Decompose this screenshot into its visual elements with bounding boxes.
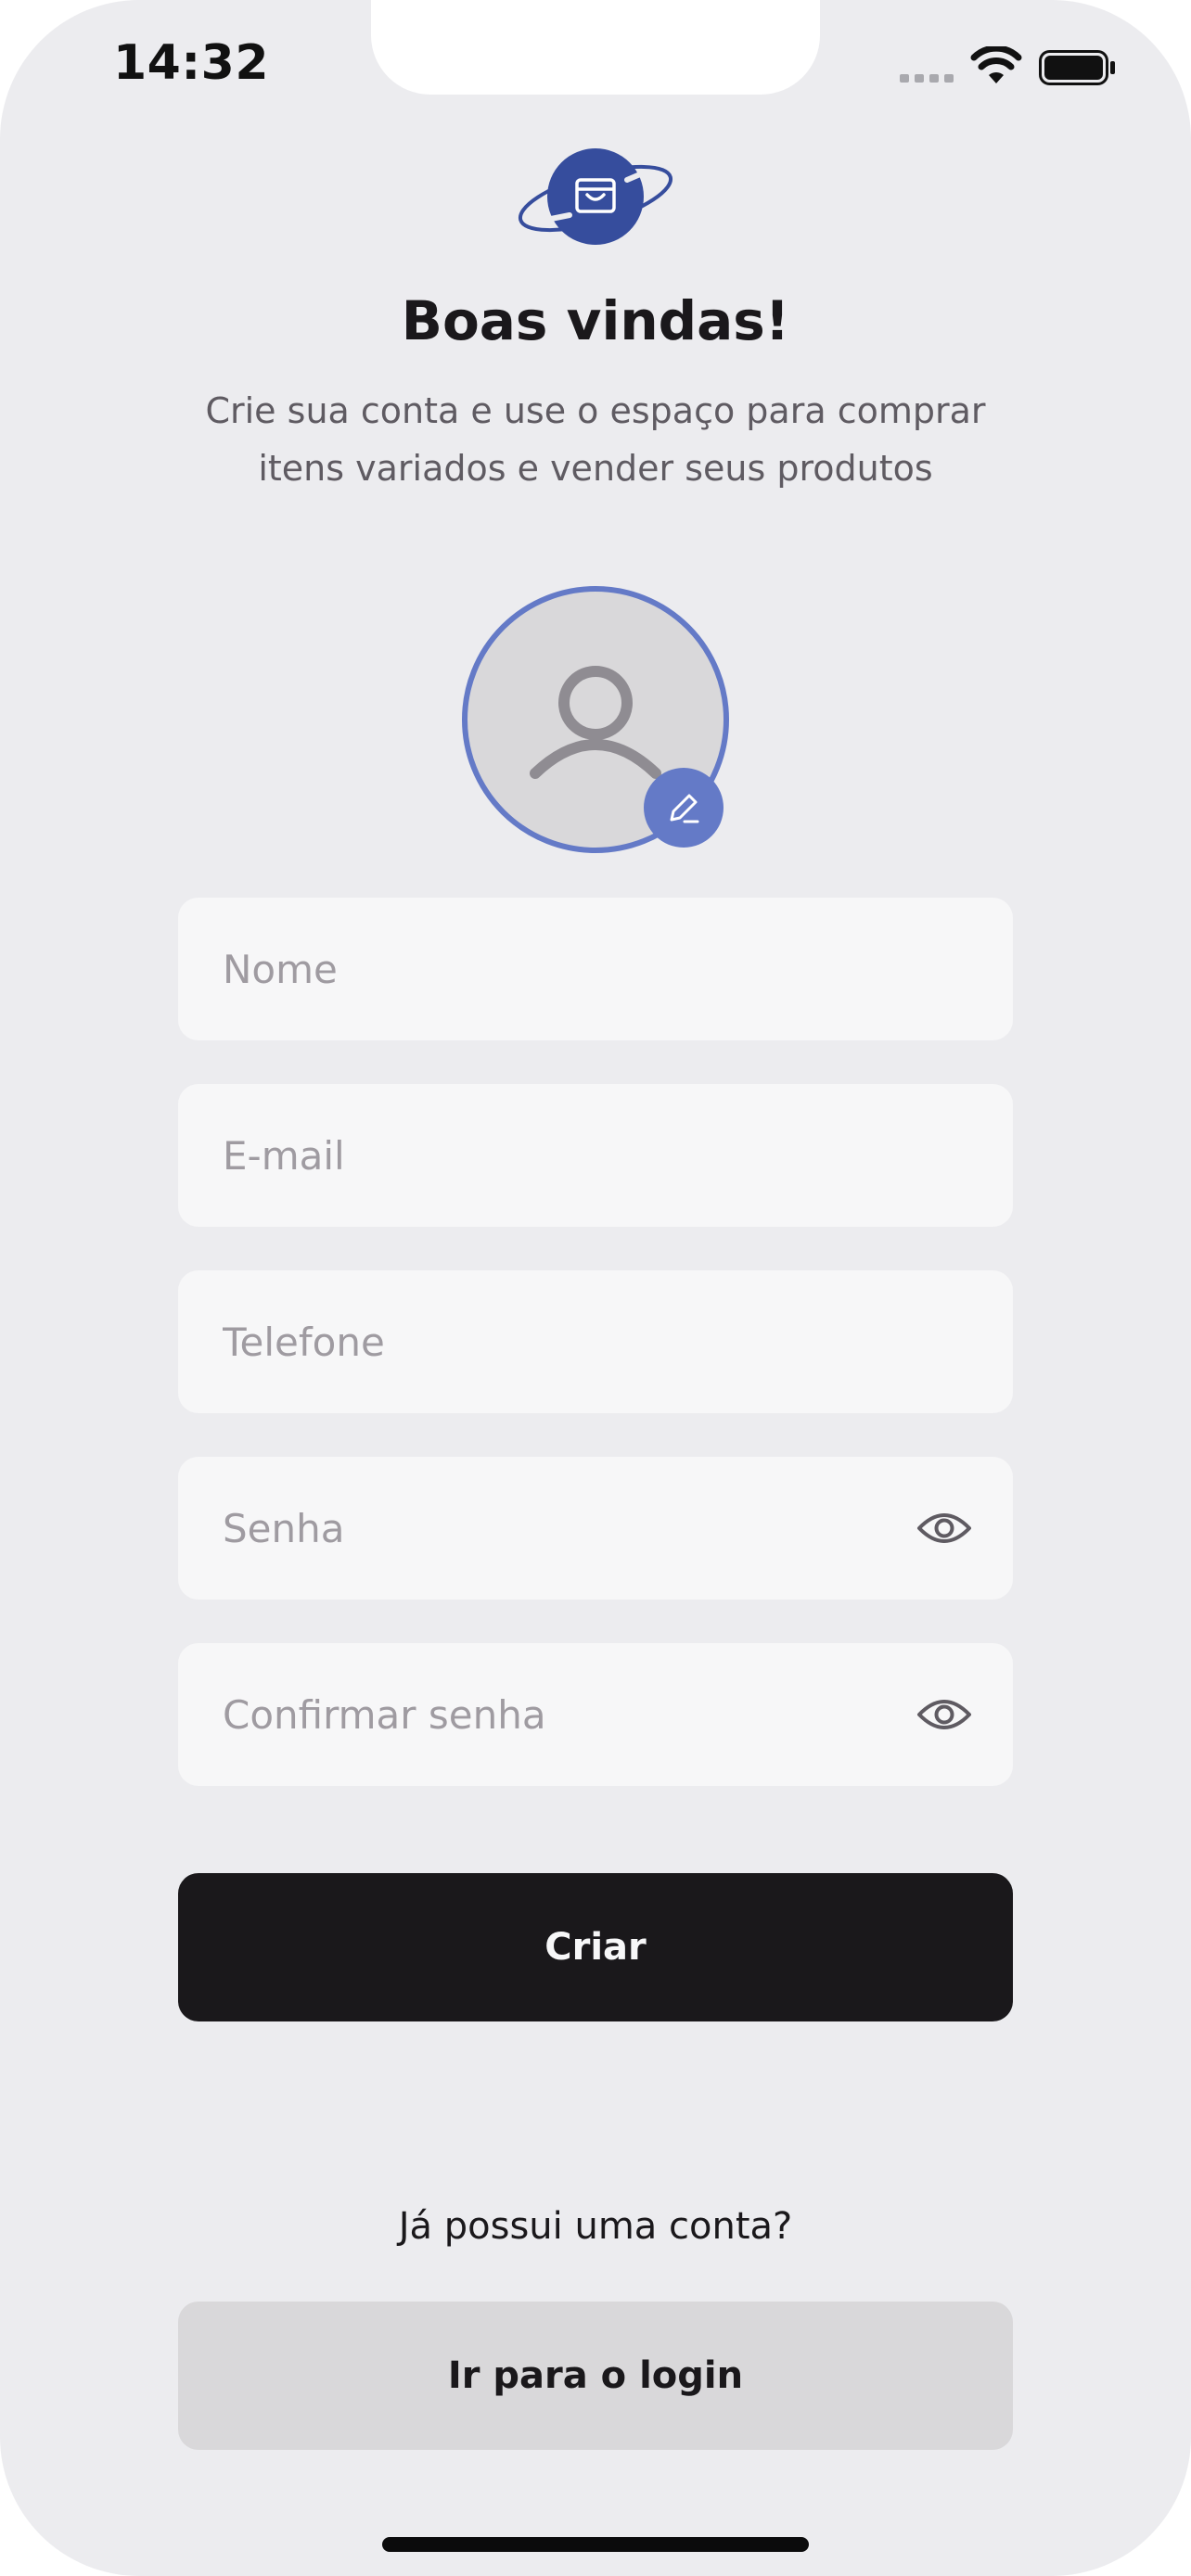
go-to-login-label: Ir para o login bbox=[447, 2354, 744, 2397]
name-field[interactable] bbox=[178, 898, 1013, 1040]
go-to-login-button[interactable]: Ir para o login bbox=[178, 2302, 1013, 2450]
user-icon bbox=[530, 666, 661, 779]
confirm-password-input[interactable] bbox=[223, 1691, 916, 1738]
create-account-button[interactable]: Criar bbox=[178, 1873, 1013, 2021]
phone-input[interactable] bbox=[223, 1319, 968, 1365]
edit-avatar-button[interactable] bbox=[644, 768, 724, 848]
status-time: 14:32 bbox=[113, 35, 270, 91]
login-prompt: Já possui uma conta? bbox=[398, 2205, 793, 2248]
phone-field[interactable] bbox=[178, 1270, 1013, 1413]
status-bar: 14:32 bbox=[0, 0, 1191, 130]
device-notch bbox=[371, 0, 820, 95]
email-input[interactable] bbox=[223, 1132, 968, 1179]
create-account-label: Criar bbox=[544, 1926, 647, 1969]
confirm-password-field[interactable] bbox=[178, 1643, 1013, 1786]
phone-screen: 14:32 Boas vindas! Crie sua conta e use … bbox=[0, 0, 1191, 2576]
password-input[interactable] bbox=[223, 1505, 916, 1551]
eye-icon[interactable] bbox=[916, 1694, 972, 1735]
battery-icon bbox=[1039, 50, 1115, 85]
name-input[interactable] bbox=[223, 946, 968, 992]
pencil-icon bbox=[670, 794, 699, 823]
wifi-icon bbox=[970, 46, 1022, 83]
welcome-title: Boas vindas! bbox=[401, 289, 790, 352]
password-field[interactable] bbox=[178, 1457, 1013, 1600]
home-indicator[interactable] bbox=[382, 2537, 809, 2552]
eye-icon[interactable] bbox=[916, 1508, 972, 1549]
shopping-bag-planet-icon bbox=[518, 148, 673, 245]
email-field[interactable] bbox=[178, 1084, 1013, 1227]
welcome-subtitle: Crie sua conta e use o espaço para compr… bbox=[205, 390, 986, 489]
cellular-signal-icon bbox=[900, 74, 954, 83]
